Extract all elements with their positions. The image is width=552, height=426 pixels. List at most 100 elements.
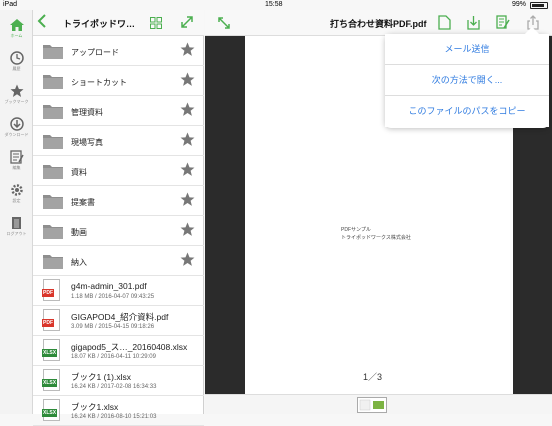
file-meta: 3.09 MB / 2015-04-15 09:18:26: [71, 324, 155, 330]
sidebar-item-label: ブックマーク: [4, 99, 29, 104]
expand-button[interactable]: [180, 15, 194, 34]
sidebar-item-label: ログアウト: [6, 231, 27, 236]
actions-popover: メール送信 次の方法で開く... このファイルのパスをコピー: [385, 26, 549, 128]
copy-path-option[interactable]: このファイルのパスをコピー: [385, 96, 549, 127]
star-icon[interactable]: [180, 222, 195, 237]
sidebar-item-label: 編集: [12, 165, 21, 170]
star-icon[interactable]: [180, 102, 195, 117]
folder-icon: [43, 255, 63, 269]
file-row[interactable]: XLSX ブック1 (1).xlsx 16.24 KB / 2017-02-08…: [33, 366, 204, 396]
document-title: 打ち合わせ資料PDF.pdf: [330, 19, 427, 29]
sidebar: ホーム 履歴 ブックマーク ダウンロード 編集 設定 ログアウト: [0, 10, 33, 414]
folder-row[interactable]: アップロード: [33, 36, 204, 66]
sidebar-item-label: 設定: [12, 198, 21, 203]
file-browser-header: トライポッドワ…: [33, 10, 204, 36]
edit-button[interactable]: [496, 15, 510, 35]
thumbnail-bar: [205, 394, 552, 414]
clock-icon: [9, 51, 24, 65]
sidebar-item-history[interactable]: 履歴: [0, 49, 33, 79]
sidebar-item-bookmark[interactable]: ブックマーク: [0, 82, 33, 112]
file-meta: 16.24 KB / 2016-08-10 15:21:03: [71, 414, 157, 420]
collapse-icon: [218, 17, 230, 29]
folder-icon: [43, 225, 63, 239]
file-name: gigapod5_ス…_20160408.xlsx: [71, 342, 188, 352]
file-name: ブック1.xlsx: [71, 402, 119, 412]
thumbnail-image: [359, 399, 384, 411]
folder-icon: [43, 135, 63, 149]
sidebar-item-home[interactable]: ホーム: [0, 16, 33, 46]
page-thumbnail[interactable]: [357, 397, 387, 413]
back-button[interactable]: [37, 14, 47, 33]
folder-name: 資料: [71, 168, 87, 177]
grid-view-button[interactable]: [150, 16, 162, 34]
star-icon: [10, 84, 23, 97]
folder-row[interactable]: ショートカット: [33, 66, 204, 96]
logout-icon: [11, 217, 21, 229]
file-row[interactable]: PDF g4m-admin_301.pdf 1.18 MB / 2016-04-…: [33, 276, 204, 306]
gear-icon: [10, 184, 23, 196]
new-document-button[interactable]: [438, 15, 451, 35]
folder-title: トライポッドワ…: [63, 19, 136, 29]
edit-icon: [9, 150, 24, 164]
file-row[interactable]: PDF GIGAPOD4_紹介資料.pdf 3.09 MB / 2015-04-…: [33, 306, 204, 336]
file-name: g4m-admin_301.pdf: [71, 281, 147, 291]
folder-row[interactable]: 管理資料: [33, 96, 204, 126]
edit-icon: [496, 15, 510, 29]
clock: 15:58: [265, 1, 283, 8]
star-icon[interactable]: [180, 132, 195, 147]
folder-row[interactable]: 動画: [33, 216, 204, 246]
sidebar-item-edit[interactable]: 編集: [0, 148, 33, 178]
device-name: iPad: [3, 1, 18, 8]
folder-name: 提案書: [71, 198, 95, 207]
pdf-file-icon: PDF: [42, 309, 60, 331]
star-icon[interactable]: [180, 252, 195, 267]
folder-icon: [43, 75, 63, 89]
file-name: GIGAPOD4_紹介資料.pdf: [71, 312, 169, 322]
download-icon: [9, 117, 24, 131]
folder-name: アップロード: [71, 48, 119, 57]
folder-name: 現場写真: [71, 138, 103, 147]
folder-row[interactable]: 提案書: [33, 186, 204, 216]
grid-icon: [150, 17, 162, 29]
star-icon[interactable]: [180, 42, 195, 57]
file-row[interactable]: XLSX gigapod5_ス…_20160408.xlsx 18.07 KB …: [33, 336, 204, 366]
viewer-header: 打ち合わせ資料PDF.pdf: [205, 10, 552, 36]
folder-name: 管理資料: [71, 108, 103, 117]
star-icon[interactable]: [180, 162, 195, 177]
file-type-badge: PDF: [42, 289, 54, 297]
folder-icon: [43, 105, 63, 119]
download-button[interactable]: [467, 15, 480, 35]
file-row[interactable]: XLSX ブック1.xlsx 16.24 KB / 2016-08-10 15:…: [33, 396, 204, 426]
folder-icon: [43, 195, 63, 209]
sidebar-item-settings[interactable]: 設定: [0, 181, 33, 211]
xlsx-file-icon: XLSX: [42, 339, 60, 361]
file-type-badge: XLSX: [42, 349, 58, 357]
battery-percent: 99%: [511, 1, 526, 8]
status-bar: iPad 15:58 99%: [0, 0, 552, 10]
page-indicator: 1／3: [363, 372, 383, 382]
file-meta: 1.18 MB / 2016-04-07 09:43:25: [71, 294, 155, 300]
download-icon: [467, 16, 480, 30]
file-type-badge: XLSX: [42, 379, 58, 387]
sidebar-item-download[interactable]: ダウンロード: [0, 115, 33, 145]
pdf-file-icon: PDF: [42, 279, 60, 301]
file-meta: 16.24 KB / 2017-02-08 16:34:33: [71, 384, 157, 390]
send-email-option[interactable]: メール送信: [385, 34, 549, 65]
folder-icon: [43, 45, 63, 59]
open-with-option[interactable]: 次の方法で開く...: [385, 65, 549, 96]
star-icon[interactable]: [180, 72, 195, 87]
file-meta: 18.07 KB / 2016-04-11 10:29:09: [71, 354, 156, 360]
page-text: PDFサンプル: [341, 227, 371, 233]
page-text: トライポッドワークス株式会社: [341, 235, 411, 241]
folder-icon: [43, 165, 63, 179]
chevron-left-icon: [37, 14, 46, 28]
file-type-badge: XLSX: [42, 409, 58, 417]
folder-row[interactable]: 現場写真: [33, 126, 204, 156]
folder-row[interactable]: 納入: [33, 246, 204, 276]
folder-row[interactable]: 資料: [33, 156, 204, 186]
sidebar-item-logout[interactable]: ログアウト: [0, 214, 33, 244]
folder-name: ショートカット: [71, 78, 127, 87]
star-icon[interactable]: [180, 192, 195, 207]
new-document-icon: [438, 15, 451, 30]
collapse-button[interactable]: [217, 16, 231, 35]
